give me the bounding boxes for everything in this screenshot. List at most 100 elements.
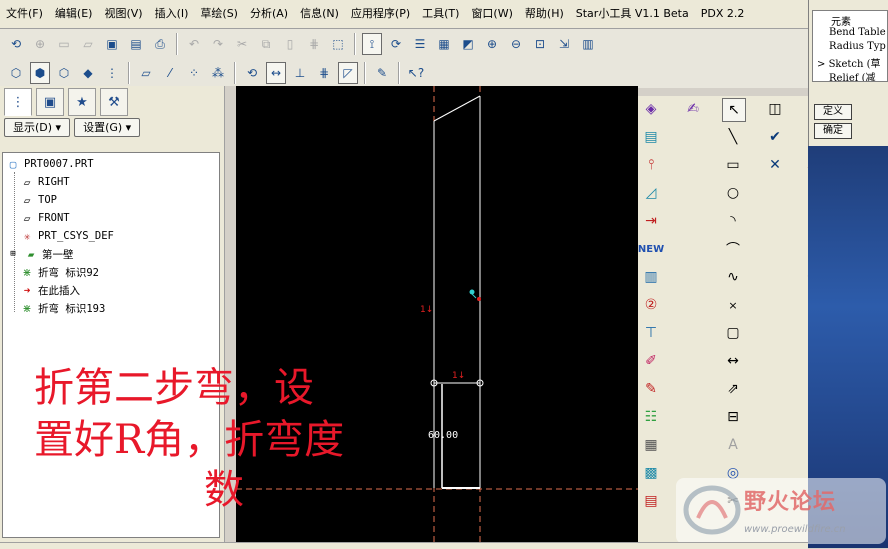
slope-icon[interactable]: ◿ [640,182,662,204]
vertical-ref-icon[interactable]: ⫯ [640,154,662,176]
define-button[interactable]: 定义 [814,104,852,120]
constraint-display-icon[interactable]: ⊥ [290,62,310,84]
shading-icon[interactable]: ◆ [78,62,98,84]
fillet-icon[interactable]: ⌒ [722,238,744,260]
line-icon[interactable]: ╲ [722,126,744,148]
datum-axis-icon[interactable]: ⁄ [160,62,180,84]
dimension-icon[interactable]: ↔ [722,350,744,372]
menu-star-tools[interactable]: Star小工具 V1.1 Beta [570,0,695,28]
menu-analysis[interactable]: 分析(A) [244,0,294,28]
column-icon[interactable]: ▥ [640,266,662,288]
spline-icon[interactable]: ∿ [722,266,744,288]
hidden-line-icon[interactable]: ⬢ [30,62,50,84]
sketch-tool-icon[interactable]: ✎ [372,62,392,84]
redo-icon[interactable]: ↷ [208,33,228,55]
ok-button[interactable]: 确定 [814,123,852,139]
orient-icon[interactable]: ⇲ [554,33,574,55]
datum-plane-icon[interactable]: ▱ [136,62,156,84]
tree-item-csys[interactable]: ✳ PRT_CSYS_DEF [20,228,114,244]
layers-icon[interactable]: ☰ [410,33,430,55]
menu-help[interactable]: 帮助(H) [519,0,570,28]
menu-info[interactable]: 信息(N) [294,0,345,28]
copy-icon[interactable]: ⧉ [256,33,276,55]
select-arrow-icon[interactable]: ↖ [722,98,746,122]
folder-browser-tab-icon[interactable]: ▣ [36,88,64,116]
tree-item-bend-92[interactable]: ⋇ 折弯 标识92 [20,264,99,280]
datum-point-icon[interactable]: ⁘ [184,62,204,84]
cut-icon[interactable]: ✂ [232,33,252,55]
dimension-label[interactable]: 60.00 [428,430,458,441]
save-icon[interactable]: ▣ [102,33,122,55]
csys-icon[interactable]: ⁂ [208,62,228,84]
edit-icon[interactable]: ✎ [640,378,662,400]
modify-dim-icon[interactable]: ⇗ [722,378,744,400]
zoom-fit-icon[interactable]: ⊡ [530,33,550,55]
model-tree-tab-icon[interactable]: ⋮ [4,88,32,116]
whats-this-icon[interactable]: ↖? [406,62,426,84]
menu-applications[interactable]: 应用程序(P) [345,0,416,28]
grid-icon[interactable]: ▩ [640,462,662,484]
mirror-icon[interactable]: ◫ [764,98,786,120]
point-icon[interactable]: × [722,294,744,316]
refit-icon[interactable]: ◩ [458,33,478,55]
open-folder-icon[interactable]: ▱ [78,33,98,55]
cancel-icon[interactable]: ✕ [764,154,786,176]
grid-display-icon[interactable]: ⋕ [314,62,334,84]
modify-icon[interactable]: ✐ [640,350,662,372]
save-copy-icon[interactable]: ▤ [126,33,146,55]
tree-item-top[interactable]: ▱ TOP [20,192,57,208]
text-icon[interactable]: A [722,434,744,456]
dim-scheme-icon[interactable]: ▤ [640,126,662,148]
saved-views-icon[interactable]: ▥ [578,33,598,55]
tree-item-first-wall[interactable]: ⊞ ▰ 第一壁 [6,246,73,262]
arc-icon[interactable]: ◝ [722,210,744,232]
rectangle-icon[interactable]: ▭ [722,154,744,176]
menu-edit[interactable]: 编辑(E) [49,0,99,28]
menu-file[interactable]: 文件(F) [0,0,49,28]
connections-tab-icon[interactable]: ⚒ [100,88,128,116]
accept-icon[interactable]: ✔ [764,126,786,148]
tree-item-insert-here[interactable]: ➜ 在此插入 [20,282,80,298]
two-icon[interactable]: ② [640,294,662,316]
new-file-icon[interactable]: ▭ [54,33,74,55]
offset-icon[interactable]: ⇥ [640,210,662,232]
print-icon[interactable]: ⎙ [150,33,170,55]
menu-view[interactable]: 视图(V) [98,0,148,28]
sketch-orient-icon[interactable]: ⟲ [242,62,262,84]
new-session-icon[interactable]: ⟲ [6,33,26,55]
no-hidden-icon[interactable]: ⬡ [54,62,74,84]
element-row[interactable]: Relief (减 [829,69,876,81]
menu-pdx[interactable]: PDX 2.2 [695,0,751,28]
stack-icon[interactable]: ⊤ [640,322,662,344]
list-icon[interactable]: ☷ [640,406,662,428]
tree-item-root[interactable]: ▢ PRT0007.PRT [6,156,94,172]
undo-icon[interactable]: ↶ [184,33,204,55]
favorites-tab-icon[interactable]: ★ [68,88,96,116]
expand-icon[interactable]: ⊞ [6,249,20,259]
menu-tools[interactable]: 工具(T) [416,0,465,28]
element-row-sketch[interactable]: > Sketch (草 [817,55,881,70]
regenerate-icon[interactable]: ⟳ [386,33,406,55]
palette-icon[interactable]: ◈ [640,98,662,120]
brush-icon[interactable]: ✍ [682,98,704,120]
select-box-icon[interactable]: ⬚ [328,33,348,55]
table-icon[interactable]: ▦ [640,434,662,456]
menu-insert[interactable]: 插入(I) [149,0,195,28]
wireframe-icon[interactable]: ⬡ [6,62,26,84]
dimension-display-icon[interactable]: ↔ [266,62,286,84]
layout-icon[interactable]: ▤ [640,490,662,512]
circle-icon[interactable]: ○ [722,182,744,204]
settings-dropdown[interactable]: 设置(G) ▾ [74,118,141,137]
zoom-in-icon[interactable]: ⊕ [482,33,502,55]
tree-item-right[interactable]: ▱ RIGHT [20,174,70,190]
tree-item-front[interactable]: ▱ FRONT [20,210,70,226]
display-dropdown[interactable]: 显示(D) ▾ [4,118,71,137]
zoom-out-icon[interactable]: ⊖ [506,33,526,55]
element-list[interactable]: 元素 Bend Table Radius Typ > Sketch (草 Rel… [812,10,888,82]
element-row[interactable]: Bend Table [829,27,886,38]
constraint-icon[interactable]: ⊟ [722,406,744,428]
graphics-window[interactable] [236,86,638,542]
new-icon[interactable]: NEW [638,238,664,260]
use-edge-icon[interactable]: ▢ [722,322,744,344]
paste-special-icon[interactable]: ⋕ [304,33,324,55]
